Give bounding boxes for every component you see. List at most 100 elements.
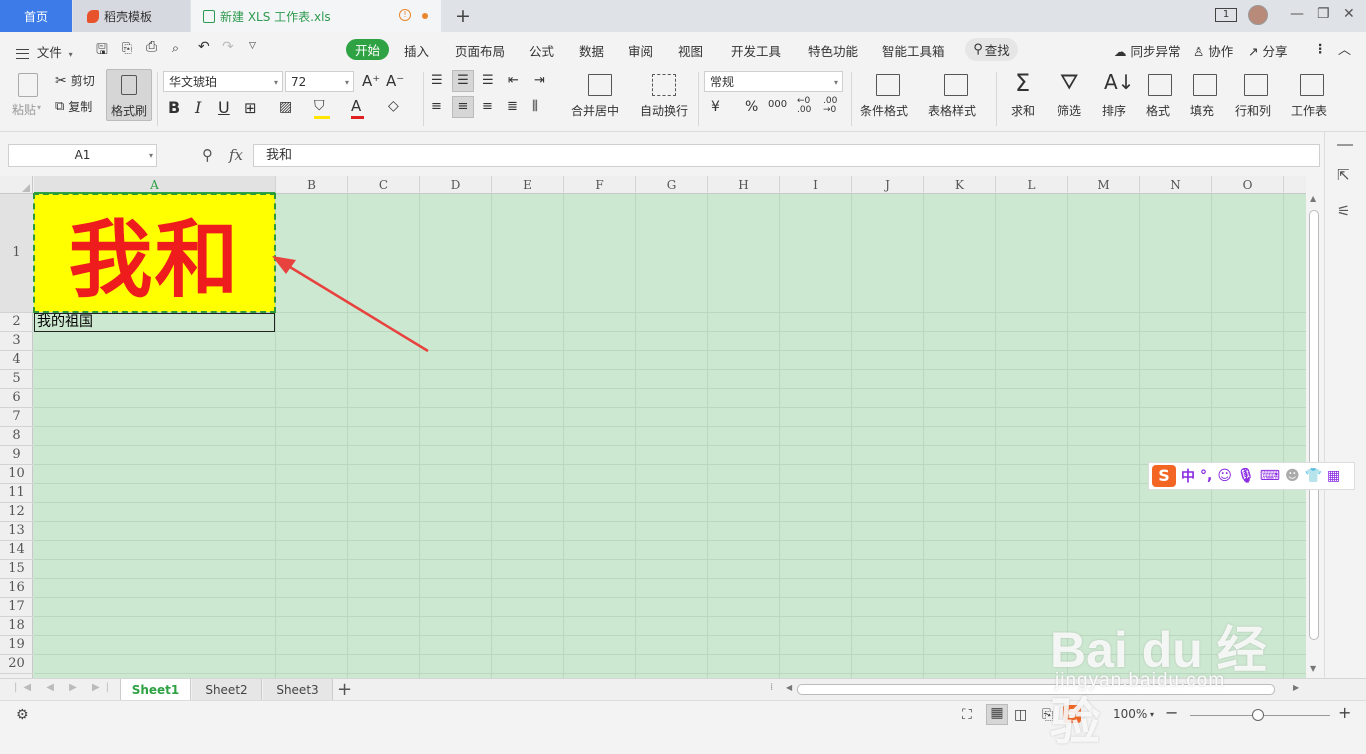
zoom-slider-thumb[interactable] <box>1252 709 1264 721</box>
page-break-view-icon[interactable]: ⎘ <box>1042 707 1053 723</box>
percent-button[interactable]: % <box>745 99 758 115</box>
underline-icon[interactable]: U <box>218 98 230 117</box>
macro-record-icon[interactable]: ⚙ <box>16 707 29 723</box>
new-tab-button[interactable]: + <box>455 5 471 27</box>
window-count-badge[interactable]: 1 <box>1215 8 1237 22</box>
distribute-icon[interactable]: ⫼ <box>532 99 538 114</box>
align-bottom-icon[interactable]: ☰ <box>482 73 494 88</box>
ime-voice-icon[interactable]: 🎙 <box>1237 468 1255 484</box>
table-style-button[interactable]: 表格样式 <box>928 102 976 119</box>
align-right-icon[interactable]: ≡ <box>482 99 493 114</box>
customize-toolbar-icon[interactable]: ▽ <box>249 41 256 51</box>
fx-button[interactable]: fx <box>229 146 243 164</box>
tab-template[interactable]: 稻壳模板 <box>73 0 190 32</box>
scroll-right-icon[interactable]: ▶ <box>1293 683 1299 692</box>
export-icon[interactable]: ⎘ <box>122 40 132 56</box>
name-box[interactable]: A1 ▾ <box>8 144 157 167</box>
increase-font-icon[interactable]: A⁺ <box>362 72 380 90</box>
font-name-select[interactable]: 华文琥珀 ▾ <box>163 71 283 92</box>
ime-user-icon[interactable]: ☻ <box>1285 468 1300 484</box>
ime-status-icon[interactable]: S <box>1063 705 1081 723</box>
worksheet-button[interactable]: 工作表 <box>1291 102 1327 119</box>
scroll-down-icon[interactable]: ▼ <box>1310 664 1316 673</box>
merge-center-button[interactable]: 合并居中 <box>571 102 619 119</box>
ime-keyboard-icon[interactable]: ⌨ <box>1260 468 1280 484</box>
decrease-decimal-icon[interactable]: .00 →0 <box>823 97 837 115</box>
save-icon[interactable]: 🖫 <box>96 39 108 63</box>
font-size-select[interactable]: 72 ▾ <box>285 71 354 92</box>
search-button[interactable]: ⚲ 查找 <box>965 38 1018 61</box>
sheet-tab-3[interactable]: Sheet3 <box>263 679 333 701</box>
fill-pattern-icon[interactable]: ▨ <box>279 99 292 115</box>
increase-decimal-icon[interactable]: ←0.00 <box>797 97 811 115</box>
share-button[interactable]: ↗ 分享 <box>1248 41 1287 60</box>
formula-input[interactable]: 我和 <box>253 144 1320 167</box>
avatar[interactable] <box>1248 5 1268 25</box>
conditional-format-button[interactable]: 条件格式 <box>860 102 908 119</box>
collapse-ribbon-icon[interactable]: ︿ <box>1338 39 1351 58</box>
number-format-select[interactable]: 常规 ▾ <box>704 71 843 92</box>
vertical-scrollbar[interactable]: ▲ ▼ <box>1306 176 1324 678</box>
chevron-down-icon[interactable]: ▾ <box>1150 710 1154 719</box>
undo-icon[interactable]: ↶ <box>198 39 210 55</box>
align-left-icon[interactable]: ≡ <box>431 99 442 114</box>
wrap-text-button[interactable]: 自动换行 <box>640 102 688 119</box>
fill-color-icon[interactable]: ⛉ <box>314 98 330 119</box>
justify-icon[interactable]: ≣ <box>507 99 518 114</box>
indent-decrease-icon[interactable]: ⇤ <box>508 73 519 88</box>
print-icon[interactable]: ⎙ <box>146 39 157 55</box>
sheet-tab-1[interactable]: Sheet1 <box>120 679 191 701</box>
sheet-tab-2[interactable]: Sheet2 <box>192 679 262 701</box>
print-preview-icon[interactable]: ⌕ <box>172 40 179 56</box>
tab-developer[interactable]: 开发工具 <box>731 41 781 60</box>
tab-review[interactable]: 审阅 <box>628 41 653 60</box>
filter-button[interactable]: 筛选 <box>1057 102 1081 119</box>
row-col-button[interactable]: 行和列 <box>1235 102 1271 119</box>
zoom-slider[interactable] <box>1190 709 1330 721</box>
page-layout-view-icon[interactable]: ◫ <box>1014 707 1027 723</box>
ime-punct-icon[interactable]: °, <box>1200 468 1212 484</box>
scroll-left-icon[interactable]: ◀ <box>786 683 792 692</box>
decrease-font-icon[interactable]: A⁻ <box>386 72 404 90</box>
tab-home[interactable]: 首页 <box>0 0 72 32</box>
select-cursor-icon[interactable]: ⇱ <box>1337 166 1350 184</box>
paste-button[interactable] <box>12 70 44 100</box>
thousands-button[interactable]: 000 <box>768 99 787 110</box>
currency-button[interactable]: ¥ <box>711 99 720 115</box>
italic-icon[interactable]: I <box>195 98 201 117</box>
scroll-up-icon[interactable]: ▲ <box>1310 194 1316 203</box>
sheet-nav-icons[interactable]: |◀ ◀ ▶ ▶| <box>14 682 115 693</box>
bold-icon[interactable]: B <box>168 98 180 117</box>
normal-view-icon[interactable]: ▦ <box>986 704 1008 725</box>
ime-emoji-icon[interactable]: ☺ <box>1217 468 1232 484</box>
tab-view[interactable]: 视图 <box>678 41 703 60</box>
tab-formulas[interactable]: 公式 <box>529 41 554 60</box>
warning-icon[interactable]: ! <box>399 9 411 21</box>
fill-button[interactable]: 填充 <box>1190 102 1214 119</box>
copy-button[interactable]: ⧉ 复制 <box>55 98 92 115</box>
clear-format-icon[interactable]: ◇ <box>388 98 399 114</box>
tab-page-layout[interactable]: 页面布局 <box>455 41 505 60</box>
indent-increase-icon[interactable]: ⇥ <box>534 73 545 88</box>
tab-insert[interactable]: 插入 <box>404 41 429 60</box>
chevron-down-icon[interactable]: ⇕ <box>1088 707 1096 717</box>
close-button[interactable]: ✕ <box>1343 6 1355 22</box>
file-menu[interactable]: 文件 ▾ <box>16 42 73 61</box>
zoom-in-button[interactable]: + <box>1338 703 1351 722</box>
restore-button[interactable]: ❐ <box>1317 6 1330 22</box>
tab-start[interactable]: 开始 <box>346 39 389 60</box>
vertical-scroll-thumb[interactable] <box>1309 210 1319 640</box>
align-top-icon[interactable]: ☰ <box>431 73 443 88</box>
ime-skin-icon[interactable]: 👕 <box>1305 468 1322 484</box>
sum-button[interactable]: 求和 <box>1011 102 1035 119</box>
font-color-icon[interactable]: A <box>351 97 364 119</box>
fullscreen-icon[interactable]: ⛶ <box>962 707 972 723</box>
redo-icon[interactable]: ↷ <box>222 39 234 55</box>
horizontal-scroll-thumb[interactable] <box>797 684 1275 695</box>
tab-smart-tools[interactable]: 智能工具箱 <box>882 41 945 60</box>
collab-button[interactable]: ♙ 协作 <box>1193 41 1233 60</box>
sort-button[interactable]: 排序 <box>1102 102 1126 119</box>
settings-sliders-icon[interactable]: ⚟ <box>1337 202 1350 220</box>
tab-features[interactable]: 特色功能 <box>808 41 858 60</box>
add-sheet-button[interactable]: + <box>337 679 352 700</box>
